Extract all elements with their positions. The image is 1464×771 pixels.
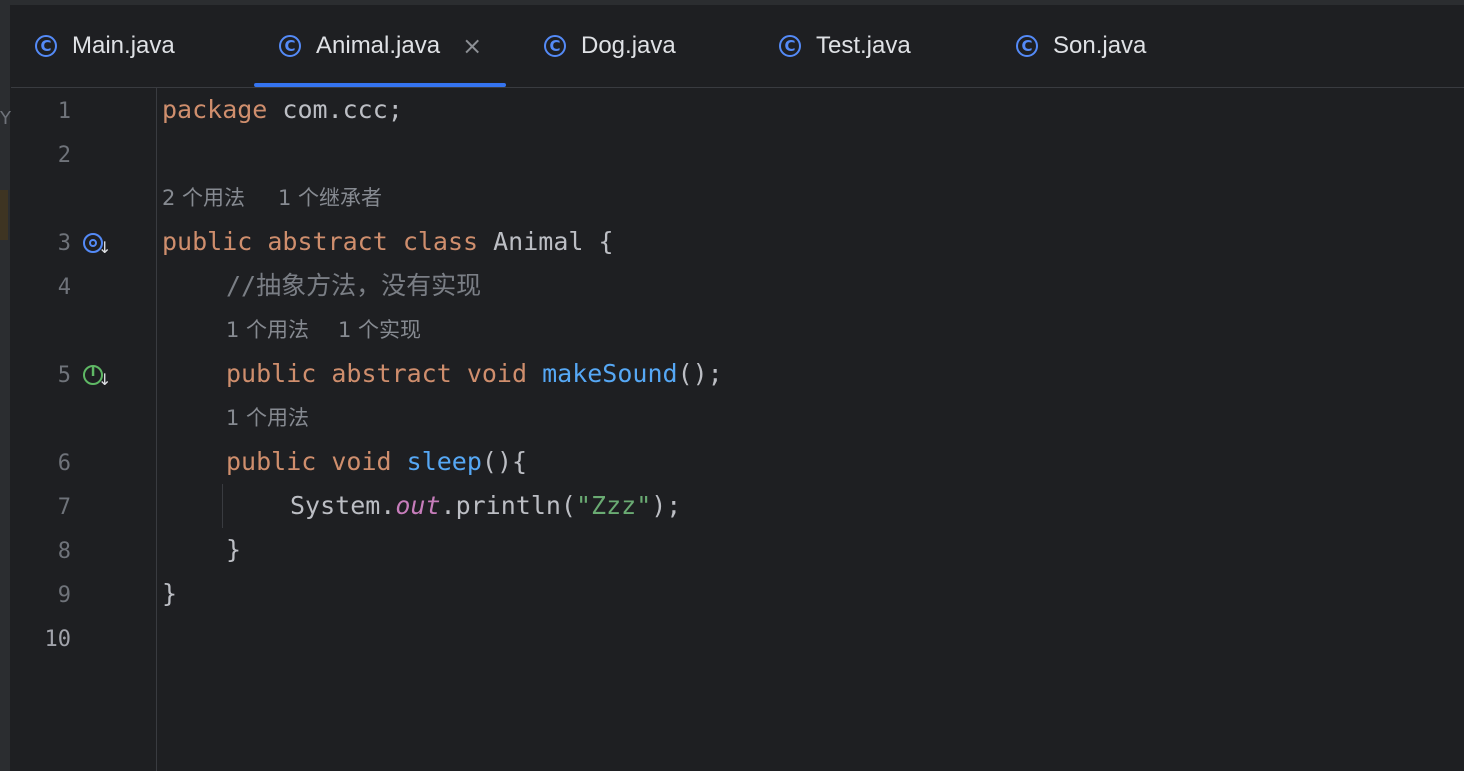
code-text: Animal { [478, 227, 614, 256]
code-text: (){ [481, 447, 528, 476]
indent-guide [222, 484, 223, 528]
static-field: out [395, 491, 441, 520]
line-number-gutter[interactable]: 1 2 3 ↓ 4 5 I ↓ 6 7 8 9 10 [11, 88, 157, 771]
code-line-3: public abstract class Animal { [162, 220, 614, 264]
line-number: 5 [57, 363, 71, 388]
tab-label: Test.java [816, 32, 911, 59]
class-icon: C [779, 35, 801, 57]
code-line-7: System.out.println("Zzz"); [290, 484, 681, 528]
code-line-6: public void sleep(){ [226, 440, 527, 484]
down-arrow-icon: ↓ [98, 370, 112, 389]
tab-dog-java[interactable]: C Dog.java [544, 5, 676, 87]
keyword: public void [226, 447, 392, 476]
hint-usages-text: 2 个用法 [162, 186, 246, 210]
line-number: 1 [57, 99, 71, 124]
code-text: ); [651, 491, 682, 520]
tab-label: Son.java [1053, 32, 1147, 59]
keyword: public abstract void [226, 359, 528, 388]
tab-animal-java[interactable]: C Animal.java × [254, 5, 507, 87]
code-editor[interactable]: package com.ccc; 2 个用法 1 个继承者 public abs… [157, 88, 1464, 771]
hint-inheritors-text: 1 个继承者 [278, 186, 383, 210]
line-number: 6 [57, 451, 71, 476]
line-number: 8 [57, 539, 71, 564]
inlay-hint-implementations[interactable]: 1 个实现 [338, 308, 421, 352]
code-line-9: } [162, 579, 178, 608]
code-line-5: public abstract void makeSound(); [226, 352, 723, 396]
class-icon: C [1016, 35, 1038, 57]
hint-usages-text: 1 个用法 [226, 318, 310, 342]
class-icon: C [279, 35, 301, 57]
hint-usages-text: 1 个用法 [226, 406, 310, 430]
line-number: 2 [57, 143, 71, 168]
keyword: package [162, 95, 268, 124]
left-strip-fragment: Y [0, 108, 11, 129]
code-text: com.ccc; [267, 95, 403, 124]
down-arrow-icon: ↓ [98, 238, 112, 257]
code-line-8: } [226, 535, 242, 564]
left-tool-strip: Y [0, 0, 11, 771]
code-text: (); [677, 359, 723, 388]
close-icon[interactable]: × [462, 32, 482, 60]
code-text: .println( [440, 491, 576, 520]
code-line-1: package com.ccc; [162, 88, 403, 132]
inlay-hint-inheritors[interactable]: 1 个继承者 [278, 176, 382, 220]
class-icon: C [35, 35, 57, 57]
line-number: 4 [57, 275, 71, 300]
hint-impls-text: 1 个实现 [338, 318, 422, 342]
method-name: sleep [406, 447, 482, 476]
tab-son-java[interactable]: C Son.java [1016, 5, 1146, 87]
line-number: 10 [44, 627, 72, 652]
method-name: makeSound [542, 359, 678, 388]
keyword: public abstract class [162, 227, 479, 256]
tab-label: Main.java [72, 32, 175, 59]
string-literal: "Zzz" [575, 491, 652, 520]
class-icon: C [544, 35, 566, 57]
editor-tab-bar: C Main.java C Animal.java × C Dog.java C… [11, 5, 1464, 88]
line-number: 3 [57, 231, 71, 256]
tab-main-java[interactable]: C Main.java [35, 5, 175, 87]
line-number: 9 [57, 583, 71, 608]
tab-label: Dog.java [581, 32, 676, 59]
tab-test-java[interactable]: C Test.java [779, 5, 911, 87]
inlay-hint-usages[interactable]: 1 个用法 [226, 308, 309, 352]
tab-label: Animal.java [316, 32, 441, 59]
left-strip-highlight [0, 190, 8, 240]
line-number: 7 [57, 495, 71, 520]
code-text: System. [290, 491, 396, 520]
inlay-hint-usages[interactable]: 2 个用法 [162, 176, 245, 220]
inlay-hint-usages[interactable]: 1 个用法 [226, 396, 309, 440]
code-line-4-comment: //抽象方法，没有实现 [226, 271, 482, 300]
